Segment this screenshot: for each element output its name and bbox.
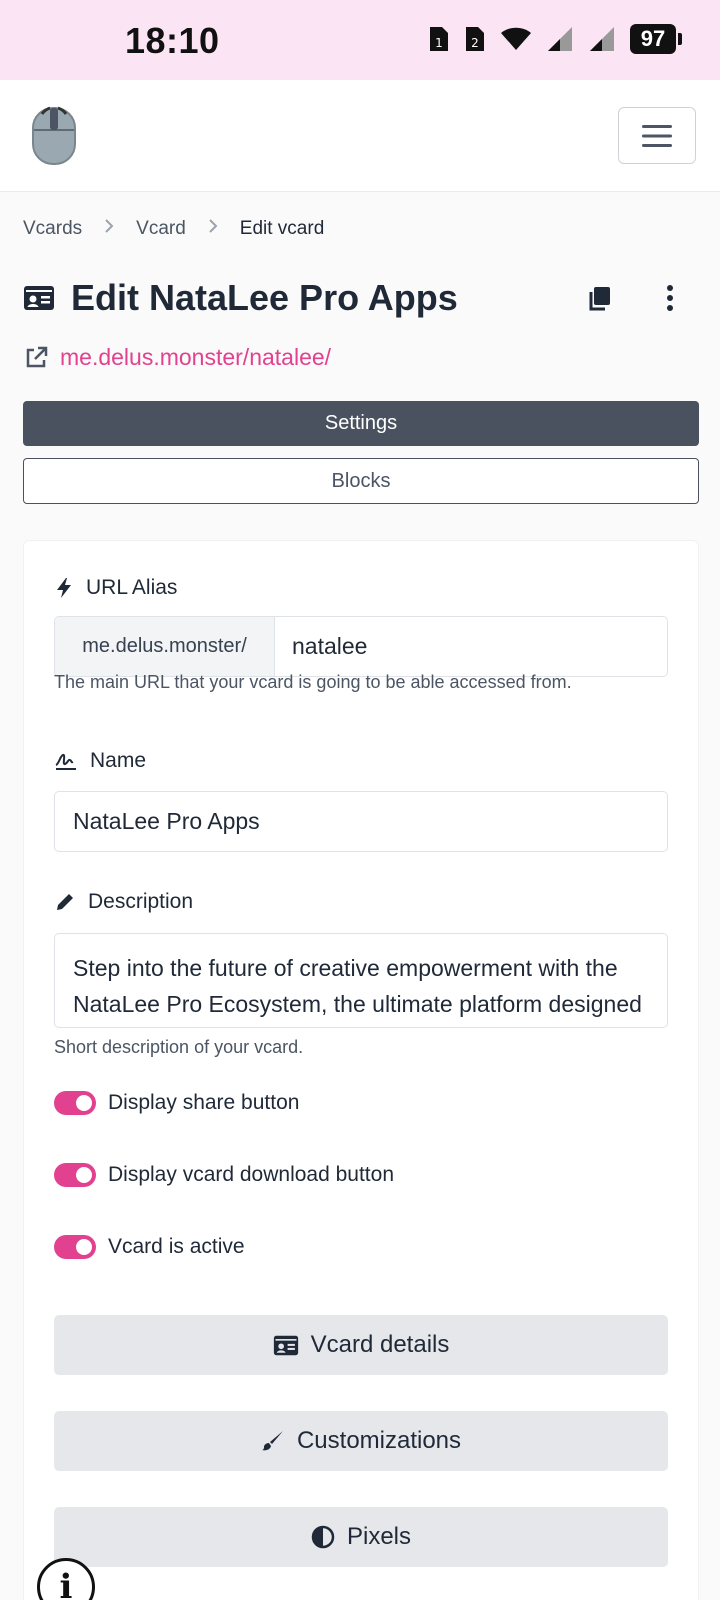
- vcard-details-label: Vcard details: [310, 1331, 450, 1358]
- customizations-label: Customizations: [296, 1427, 462, 1454]
- signal1-icon: [548, 27, 572, 51]
- breadcrumb: Vcards Vcard Edit vcard: [23, 218, 324, 240]
- mouse-logo-icon[interactable]: [30, 104, 78, 168]
- signal2-icon: [590, 27, 614, 51]
- download-button-toggle-row: Display vcard download button: [54, 1163, 394, 1187]
- wifi-icon: [501, 27, 531, 50]
- description-label: Description: [54, 890, 193, 914]
- battery-icon: 97: [630, 24, 682, 54]
- customizations-button[interactable]: Customizations: [54, 1411, 668, 1471]
- settings-card: URL Alias me.delus.monster/ natalee The …: [23, 540, 699, 1600]
- paint-brush-icon: [261, 1431, 283, 1451]
- url-alias-help: The main URL that your vcard is going to…: [54, 672, 572, 692]
- description-label-text: Description: [88, 890, 194, 913]
- name-label: Name: [54, 749, 146, 773]
- tab-settings[interactable]: Settings: [23, 401, 699, 446]
- vcard-url-link[interactable]: me.delus.monster/natalee/: [60, 344, 331, 371]
- sim1-icon: 1: [430, 27, 448, 51]
- share-button-toggle-row: Display share button: [54, 1091, 299, 1115]
- signature-icon: [55, 754, 76, 770]
- description-textarea[interactable]: Step into the future of creative empower…: [54, 933, 668, 1028]
- info-icon: i: [59, 1567, 73, 1600]
- adjust-icon: [311, 1525, 335, 1549]
- copy-icon[interactable]: [585, 283, 615, 313]
- page-title: Edit NataLee Pro Apps: [71, 277, 458, 318]
- share-button-toggle-label: Display share button: [108, 1091, 300, 1114]
- breadcrumb-vcard[interactable]: Vcard: [136, 218, 186, 240]
- chevron-right-icon: [208, 218, 218, 240]
- bolt-icon: [57, 578, 71, 598]
- description-help: Short description of your vcard.: [54, 1037, 304, 1057]
- status-bar: 18:10 1 2 97: [0, 0, 720, 80]
- vcard-active-toggle-label: Vcard is active: [108, 1235, 245, 1258]
- breadcrumb-vcards[interactable]: Vcards: [23, 218, 82, 240]
- battery-level: 97: [640, 26, 666, 51]
- status-icons: 1 2 97: [428, 24, 682, 54]
- external-link-icon: [26, 346, 48, 367]
- name-input[interactable]: NataLee Pro Apps: [54, 791, 668, 852]
- status-time: 18:10: [125, 20, 220, 61]
- title-row: Edit NataLee Pro Apps: [23, 275, 703, 325]
- tab-blocks[interactable]: Blocks: [23, 458, 699, 504]
- vcard-details-button[interactable]: Vcard details: [54, 1315, 668, 1375]
- download-button-toggle-label: Display vcard download button: [108, 1163, 395, 1186]
- svg-text:1: 1: [435, 36, 443, 50]
- hamburger-icon: [642, 124, 672, 147]
- vcard-active-toggle-row: Vcard is active: [54, 1235, 245, 1259]
- url-alias-prefix: me.delus.monster/: [55, 617, 275, 676]
- pencil-icon: [57, 894, 73, 910]
- menu-button[interactable]: [618, 107, 696, 164]
- pixels-button[interactable]: Pixels: [54, 1507, 668, 1567]
- vcard-url-row: me.delus.monster/natalee/: [24, 344, 331, 371]
- download-button-toggle[interactable]: [54, 1163, 96, 1187]
- breadcrumb-edit-vcard: Edit vcard: [239, 218, 325, 239]
- share-button-toggle[interactable]: [54, 1091, 96, 1115]
- sim2-icon: 2: [466, 27, 484, 51]
- vcard-active-toggle[interactable]: [54, 1235, 96, 1259]
- url-alias-label-text: URL Alias: [86, 576, 178, 599]
- url-alias-input-group: me.delus.monster/ natalee: [54, 616, 668, 677]
- navbar: [0, 80, 720, 192]
- pixels-label: Pixels: [346, 1523, 412, 1550]
- url-alias-label: URL Alias: [54, 576, 177, 600]
- id-card-icon: [273, 1335, 298, 1355]
- svg-text:2: 2: [471, 36, 479, 50]
- url-alias-input[interactable]: natalee: [275, 617, 667, 676]
- name-label-text: Name: [90, 749, 147, 772]
- chevron-right-icon: [104, 218, 114, 240]
- more-vertical-icon[interactable]: [661, 283, 679, 313]
- id-card-icon: [24, 286, 54, 310]
